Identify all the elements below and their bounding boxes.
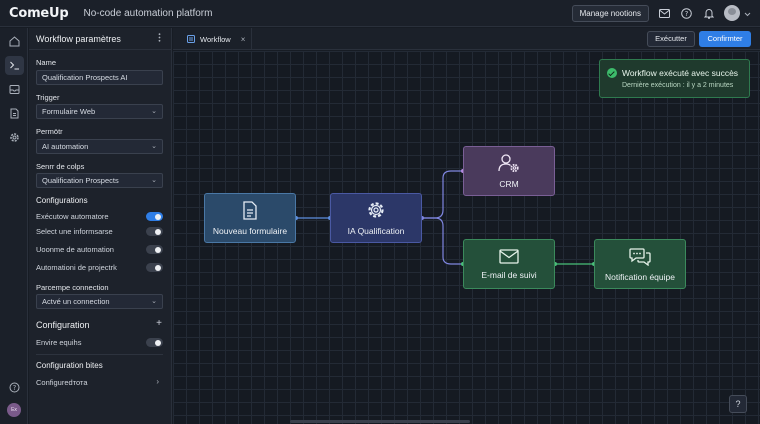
workflow-icon[interactable] — [5, 56, 24, 75]
document-icon — [243, 200, 257, 220]
top-actions: Manage nootions ? — [571, 4, 751, 22]
chat-icon — [629, 247, 651, 266]
connection-value: Actvé un connection — [42, 297, 110, 306]
top-bar: ComeUp No-code automation platform Manag… — [0, 0, 760, 27]
trigger-select[interactable]: Formulaire Web ⌄ — [36, 104, 163, 119]
home-icon[interactable] — [5, 32, 24, 51]
chevron-down-icon: ⌄ — [151, 298, 157, 305]
node-label: IA Qualification — [347, 226, 405, 236]
tab-label: Workflow — [200, 34, 231, 44]
help-icon[interactable]: ? — [680, 7, 693, 20]
toggle-row: Select une informsarse — [36, 226, 163, 237]
toggle-label: Automationi de projectrk — [36, 263, 117, 272]
mail-icon — [499, 248, 519, 264]
confirm-button[interactable]: Confirmter — [699, 31, 751, 47]
senrr-label: Senrr de colps — [36, 162, 85, 171]
configured-item[interactable]: Configuredтота — [36, 378, 88, 387]
document-icon[interactable] — [5, 104, 24, 123]
node-label: E-mail de suivi — [481, 269, 537, 280]
trigger-label: Trigger — [36, 93, 60, 102]
toggle-switch[interactable] — [146, 263, 163, 272]
node-email-suivi[interactable]: E-mail de suivi — [463, 239, 555, 289]
senrr-select[interactable]: Qualification Prospects ⌄ — [36, 173, 163, 188]
toggle-switch[interactable] — [146, 212, 163, 221]
node-label: CRM — [499, 179, 519, 189]
inbox-icon[interactable] — [5, 80, 24, 99]
workflow-tab-icon — [187, 35, 195, 43]
user-avatar[interactable] — [724, 5, 740, 21]
name-input[interactable]: Qualification Prospects AI — [36, 70, 163, 85]
permotr-select[interactable]: AI automation ⌄ — [36, 139, 163, 154]
chevron-down-icon[interactable] — [744, 4, 751, 22]
more-options-icon[interactable] — [158, 33, 161, 44]
toggle-label: Exécutow automatore — [36, 212, 109, 221]
chevron-down-icon: ⌄ — [151, 177, 157, 184]
chevron-down-icon: ⌄ — [151, 108, 157, 115]
mail-icon[interactable] — [658, 7, 671, 20]
success-toast: Workflow exécuté avec succès Dernière ex… — [599, 59, 750, 98]
horizontal-scrollbar[interactable] — [290, 420, 470, 423]
svg-text:?: ? — [685, 10, 689, 18]
toggle-row: Envire equihs — [36, 337, 163, 348]
add-icon[interactable]: + — [156, 318, 162, 329]
node-label: Notification équipe — [605, 271, 675, 282]
check-circle-icon — [607, 68, 617, 78]
trigger-value: Formulaire Web — [42, 107, 96, 116]
configurations-title: Configurations — [36, 196, 88, 205]
toggle-row: Automationi de projectrk — [36, 262, 163, 273]
node-nouveau-formulaire[interactable]: Nouveau formulaire — [204, 193, 296, 243]
senrr-value: Qualification Prospects — [42, 176, 119, 185]
toggle-switch[interactable] — [146, 227, 163, 236]
bell-icon[interactable] — [702, 7, 715, 20]
connection-select[interactable]: Actvé un connection ⌄ — [36, 294, 163, 309]
toggle-row: Exécutow automatore — [36, 211, 163, 222]
toggle-label: Envire equihs — [36, 338, 82, 347]
node-notification-equipe[interactable]: Notification équipe — [594, 239, 686, 289]
workflow-canvas[interactable]: Nouveau formulaire IA Qualification CRM … — [173, 51, 760, 424]
node-label: Nouveau formulaire — [212, 225, 288, 236]
chevron-right-icon[interactable]: › — [156, 377, 159, 386]
configuration-title: Configuration — [36, 320, 90, 330]
close-icon[interactable]: × — [241, 35, 246, 44]
help-button[interactable]: ? — [729, 395, 747, 413]
toggle-switch[interactable] — [146, 245, 163, 254]
tab-workflow[interactable]: Workflow × — [178, 28, 252, 50]
brand-logo[interactable]: ComeUp — [9, 6, 69, 21]
help-circle-icon[interactable]: ? — [5, 378, 24, 397]
execute-button[interactable]: Exécutter — [647, 31, 695, 47]
gear-icon — [368, 202, 384, 218]
toggle-switch[interactable] — [146, 338, 163, 347]
chevron-down-icon: ⌄ — [151, 143, 157, 150]
rail-avatar[interactable]: Ex — [7, 403, 21, 417]
toggle-label: Select une informsarse — [36, 227, 113, 236]
toast-title: Workflow exécuté avec succès — [622, 68, 739, 78]
user-settings-icon — [498, 154, 519, 173]
connection-label: Parcempe connection — [36, 283, 109, 292]
permotr-label: Permötr — [36, 127, 63, 136]
nav-rail: ? Ex — [0, 28, 28, 424]
svg-text:?: ? — [13, 384, 17, 392]
toggle-label: Uoonme de automation — [36, 245, 114, 254]
toggle-row: Uoonme de automation — [36, 244, 163, 255]
panel-title: Workflow paramètres — [29, 28, 171, 50]
node-ia-qualification[interactable]: IA Qualification — [330, 193, 422, 243]
permotr-value: AI automation — [42, 142, 89, 151]
manage-button[interactable]: Manage nootions — [571, 4, 649, 22]
tagline: No-code automation platform — [83, 7, 213, 19]
tab-bar: Workflow × Exécutter Confirmter — [173, 28, 760, 50]
settings-panel: Workflow paramètres Name Qualification P… — [29, 28, 172, 424]
name-label: Name — [36, 58, 57, 67]
node-crm[interactable]: CRM — [463, 146, 555, 196]
divider — [36, 354, 163, 355]
gear-icon[interactable] — [5, 128, 24, 147]
toast-subtitle: Dernière exécution : il y a 2 minutes — [622, 82, 734, 89]
config-bites-title: Configuration bites — [36, 361, 103, 370]
